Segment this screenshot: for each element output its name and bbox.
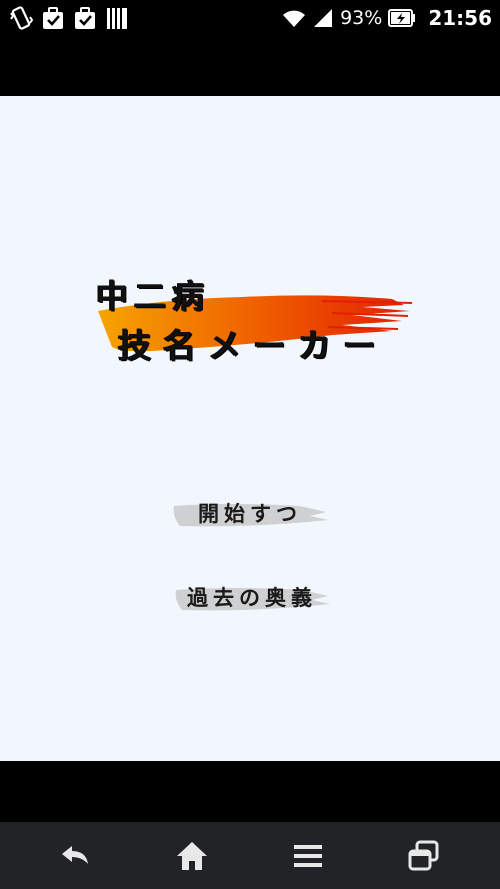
- signal-icon: [314, 9, 333, 27]
- clock: 21:56: [428, 6, 492, 30]
- briefcase-check-icon: [75, 7, 95, 29]
- app-content: 中二病 技名メーカー 開始すつ 過去の奥義: [0, 96, 500, 761]
- title-line-1: 中二病: [96, 277, 211, 315]
- title-line-2: 技名メーカー: [118, 326, 388, 365]
- navigation-bar: [0, 822, 500, 889]
- home-icon[interactable]: [174, 838, 210, 874]
- status-bar: 93% 21:56: [0, 0, 500, 36]
- start-button[interactable]: 開始すつ: [170, 494, 330, 534]
- back-icon[interactable]: [58, 838, 94, 874]
- start-button-label: 開始すつ: [198, 501, 302, 526]
- system-status: 93% 21:56: [282, 4, 492, 32]
- clipboard-check-icon: [43, 7, 63, 29]
- battery-charging-icon: [388, 9, 416, 27]
- menu-icon[interactable]: [290, 838, 326, 874]
- battery-percent: 93%: [340, 7, 383, 29]
- recent-apps-icon[interactable]: [406, 838, 442, 874]
- app-title-logo: 中二病 技名メーカー: [88, 271, 418, 376]
- wifi-icon: [283, 10, 306, 27]
- vibrate-icon: [10, 6, 34, 30]
- past-techniques-button[interactable]: 過去の奥義: [172, 578, 332, 618]
- barcode-icon: [107, 8, 127, 29]
- past-techniques-button-label: 過去の奥義: [187, 585, 317, 610]
- notification-icons: [8, 4, 130, 32]
